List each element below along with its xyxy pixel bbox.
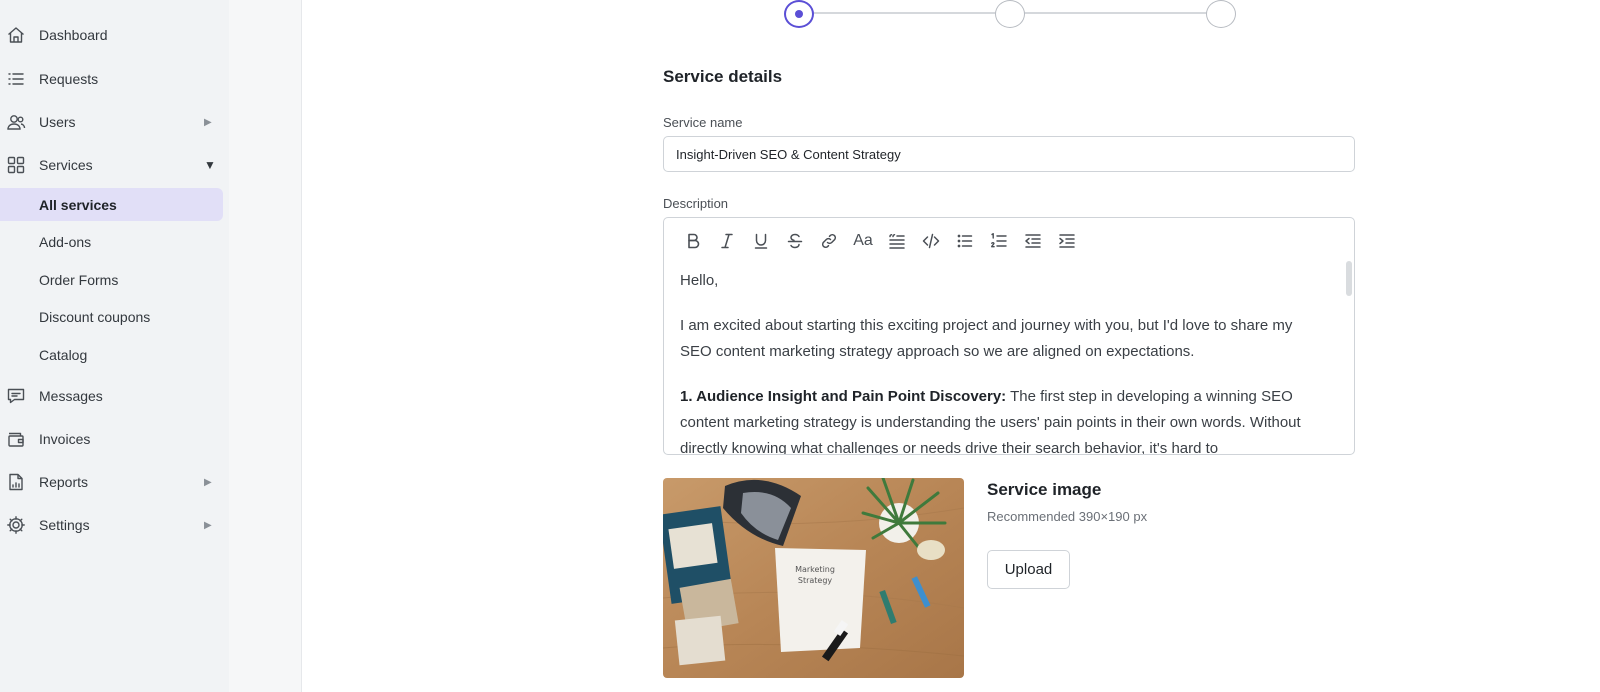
chevron-right-icon: ▶ [204, 116, 212, 128]
sidebar-subitem-add-ons[interactable]: Add-ons [0, 225, 223, 258]
sidebar: Dashboard Requests Users ▶ Services ▼ Al… [0, 0, 229, 692]
sidebar-item-dashboard[interactable]: Dashboard [0, 17, 223, 53]
description-editor[interactable]: Aa Hello, I am excited about starting th… [663, 217, 1355, 455]
chevron-right-icon: ▶ [204, 476, 212, 488]
description-label: Description [663, 196, 729, 211]
strikethrough-icon[interactable] [778, 228, 812, 254]
sidebar-item-services[interactable]: Services ▼ [0, 147, 223, 183]
blockquote-icon[interactable] [880, 228, 914, 254]
chevron-right-icon: ▶ [204, 519, 212, 531]
paper-note-text: Marketing [795, 565, 835, 574]
service-name-input[interactable] [663, 136, 1355, 172]
sidebar-item-requests[interactable]: Requests [0, 61, 223, 97]
sidebar-item-messages[interactable]: Messages [0, 378, 223, 414]
stepper-connector [1024, 12, 1207, 14]
bold-icon[interactable] [676, 228, 710, 254]
service-image: Marketing Strategy [663, 478, 964, 678]
stepper-connector [813, 12, 996, 14]
chevron-down-icon: ▼ [204, 158, 216, 172]
numbered-list-icon[interactable] [982, 228, 1016, 254]
upload-button[interactable]: Upload [987, 550, 1070, 589]
users-icon [6, 112, 26, 132]
gear-icon [6, 515, 26, 535]
description-point-heading: 1. Audience Insight and Pain Point Disco… [680, 388, 1007, 405]
indent-icon[interactable] [1050, 228, 1084, 254]
step-3-indicator[interactable] [1206, 0, 1236, 28]
sidebar-item-settings[interactable]: Settings ▶ [0, 507, 223, 543]
grid-icon [6, 155, 26, 175]
chat-icon [6, 386, 26, 406]
home-icon [6, 25, 26, 45]
editor-toolbar: Aa [676, 228, 1084, 254]
sidebar-subitem-catalog[interactable]: Catalog [0, 338, 223, 371]
sidebar-subitem-label: Order Forms [39, 271, 119, 288]
list-icon [6, 69, 26, 89]
sidebar-subitem-order-forms[interactable]: Order Forms [0, 263, 223, 296]
editor-content[interactable]: Hello, I am excited about starting this … [680, 268, 1328, 454]
sidebar-subitem-label: Discount coupons [39, 308, 151, 325]
sidebar-item-label: Messages [39, 388, 103, 404]
sidebar-item-label: Invoices [39, 431, 91, 447]
report-icon [6, 472, 26, 492]
editor-scrollbar[interactable] [1346, 261, 1352, 296]
sidebar-subitem-all-services[interactable]: All services [0, 188, 223, 221]
svg-text:Strategy: Strategy [798, 576, 833, 585]
code-icon[interactable] [914, 228, 948, 254]
italic-icon[interactable] [710, 228, 744, 254]
bullet-list-icon[interactable] [948, 228, 982, 254]
underline-icon[interactable] [744, 228, 778, 254]
description-paragraph: I am excited about starting this excitin… [680, 317, 1293, 360]
step-2-indicator[interactable] [995, 0, 1025, 28]
secondary-panel [229, 0, 302, 692]
sidebar-item-label: Settings [39, 517, 90, 533]
sidebar-item-label: Requests [39, 71, 99, 87]
step-1-indicator[interactable] [784, 0, 814, 28]
sidebar-item-reports[interactable]: Reports ▶ [0, 464, 223, 500]
sidebar-subitem-label: Catalog [39, 346, 88, 363]
sidebar-item-label: Reports [39, 474, 89, 490]
description-paragraph: 1. Audience Insight and Pain Point Disco… [680, 384, 1328, 454]
service-name-label: Service name [663, 115, 743, 130]
sidebar-item-label: Services [39, 157, 93, 173]
sidebar-item-label: Dashboard [39, 27, 108, 43]
sidebar-item-invoices[interactable]: Invoices [0, 421, 223, 457]
sidebar-subitem-label: Add-ons [39, 233, 92, 250]
sidebar-subitem-label: All services [39, 196, 117, 213]
sidebar-item-label: Users [39, 114, 76, 130]
wallet-icon [6, 429, 26, 449]
outdent-icon[interactable] [1016, 228, 1050, 254]
service-image-title: Service image [987, 480, 1102, 499]
sidebar-subitem-discount-coupons[interactable]: Discount coupons [0, 300, 223, 333]
font-size-icon[interactable]: Aa [846, 228, 880, 254]
sidebar-item-users[interactable]: Users ▶ [0, 104, 223, 140]
description-greeting: Hello, [680, 272, 719, 289]
link-icon[interactable] [812, 228, 846, 254]
section-title: Service details [663, 67, 783, 86]
service-image-hint: Recommended 390×190 px [987, 509, 1148, 524]
